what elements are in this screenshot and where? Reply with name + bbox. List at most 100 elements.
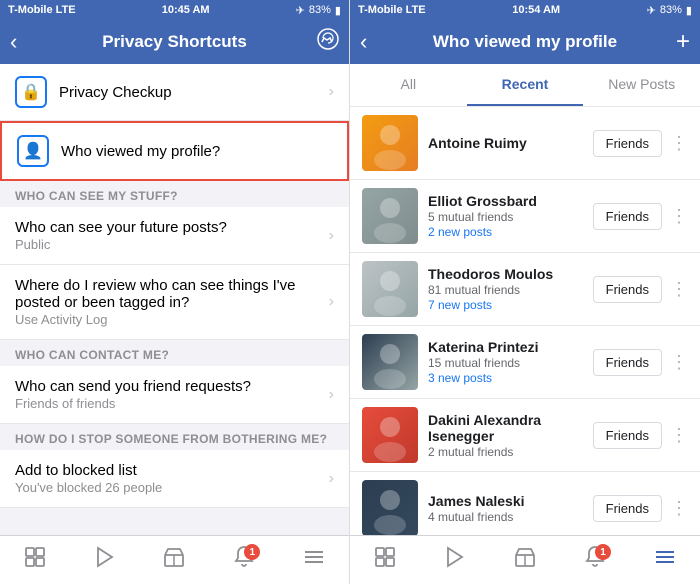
profile-mutual: 15 mutual friends bbox=[428, 356, 593, 370]
menu-icon-right bbox=[653, 545, 677, 575]
tab-marketplace-right[interactable] bbox=[505, 540, 545, 580]
profile-info: Dakini Alexandra Isenegger2 mutual frien… bbox=[428, 412, 593, 459]
profile-new-posts: 3 new posts bbox=[428, 371, 593, 385]
future-posts-label: Who can see your future posts? bbox=[15, 219, 329, 236]
review-tagged-sub: Use Activity Log bbox=[15, 312, 329, 327]
friends-button[interactable]: Friends bbox=[593, 130, 662, 157]
profile-mutual: 4 mutual friends bbox=[428, 510, 593, 524]
profile-mutual: 5 mutual friends bbox=[428, 210, 593, 224]
friend-requests-label: Who can send you friend requests? bbox=[15, 378, 329, 395]
profile-name: Theodoros Moulos bbox=[428, 266, 593, 282]
blocked-list-sub: You've blocked 26 people bbox=[15, 480, 329, 495]
tab-recent[interactable]: Recent bbox=[467, 64, 584, 106]
profile-name: Elliot Grossbard bbox=[428, 193, 593, 209]
home-icon bbox=[23, 545, 47, 575]
left-battery: ✈ 83% ▮ bbox=[296, 4, 341, 17]
notification-badge: 1 bbox=[244, 544, 260, 560]
friends-button[interactable]: Friends bbox=[593, 422, 662, 449]
more-icon[interactable]: ⋮ bbox=[670, 133, 688, 154]
menu-item-friend-requests[interactable]: Who can send you friend requests? Friend… bbox=[0, 366, 349, 424]
tab-all[interactable]: All bbox=[350, 64, 467, 106]
left-header-title: Privacy Shortcuts bbox=[10, 32, 339, 52]
profile-avatar bbox=[362, 188, 418, 244]
profile-info: Elliot Grossbard5 mutual friends2 new po… bbox=[428, 193, 593, 239]
profile-info: Katerina Printezi15 mutual friends3 new … bbox=[428, 339, 593, 385]
friends-button[interactable]: Friends bbox=[593, 495, 662, 522]
messenger-icon[interactable] bbox=[317, 28, 339, 56]
profile-new-posts: 7 new posts bbox=[428, 298, 593, 312]
left-status-bar: T-Mobile LTE 10:45 AM ✈ 83% ▮ bbox=[0, 0, 349, 20]
store-icon bbox=[162, 545, 186, 575]
tab-notifications-right[interactable]: 1 bbox=[575, 540, 615, 580]
lock-icon: 🔒 bbox=[15, 76, 47, 108]
profile-avatar bbox=[362, 407, 418, 463]
friends-button[interactable]: Friends bbox=[593, 349, 662, 376]
menu-item-review-tagged[interactable]: Where do I review who can see things I'v… bbox=[0, 265, 349, 340]
profile-name: Katerina Printezi bbox=[428, 339, 593, 355]
friend-requests-sub: Friends of friends bbox=[15, 396, 329, 411]
profile-avatar bbox=[362, 334, 418, 390]
menu-item-who-viewed[interactable]: 👤 Who viewed my profile? bbox=[0, 121, 349, 181]
who-viewed-label: Who viewed my profile? bbox=[61, 143, 332, 160]
review-tagged-label: Where do I review who can see things I'v… bbox=[15, 277, 329, 311]
more-icon[interactable]: ⋮ bbox=[670, 498, 688, 519]
chevron-icon: › bbox=[329, 293, 334, 311]
profile-item: Antoine RuimyFriends ⋮ bbox=[350, 107, 700, 180]
section-header-contact: WHO CAN CONTACT ME? bbox=[0, 340, 349, 366]
profile-name: Dakini Alexandra Isenegger bbox=[428, 412, 593, 444]
tab-menu[interactable] bbox=[294, 540, 334, 580]
right-panel: T-Mobile LTE 10:54 AM ✈ 83% ▮ ‹ Who view… bbox=[350, 0, 700, 584]
right-content: All Recent New Posts Antoine RuimyFriend… bbox=[350, 64, 700, 535]
left-back-button[interactable]: ‹ bbox=[10, 29, 17, 55]
blocked-list-label: Add to blocked list bbox=[15, 462, 329, 479]
menu-item-privacy-checkup[interactable]: 🔒 Privacy Checkup › bbox=[0, 64, 349, 121]
profile-tabs: All Recent New Posts bbox=[350, 64, 700, 107]
profile-avatar bbox=[362, 480, 418, 535]
more-icon[interactable]: ⋮ bbox=[670, 206, 688, 227]
tab-menu-right[interactable] bbox=[645, 540, 685, 580]
tab-new-posts[interactable]: New Posts bbox=[583, 64, 700, 106]
tab-home-right[interactable] bbox=[365, 540, 405, 580]
right-header: ‹ Who viewed my profile + bbox=[350, 20, 700, 64]
profile-info: Antoine Ruimy bbox=[428, 135, 593, 151]
left-panel: T-Mobile LTE 10:45 AM ✈ 83% ▮ ‹ Privacy … bbox=[0, 0, 350, 584]
more-icon[interactable]: ⋮ bbox=[670, 425, 688, 446]
profile-item: Katerina Printezi15 mutual friends3 new … bbox=[350, 326, 700, 399]
left-time: 10:45 AM bbox=[162, 4, 210, 16]
tab-video-right[interactable] bbox=[435, 540, 475, 580]
left-carrier: T-Mobile LTE bbox=[8, 4, 76, 16]
notification-badge-right: 1 bbox=[595, 544, 611, 560]
plus-button[interactable]: + bbox=[676, 28, 690, 56]
chevron-icon: › bbox=[329, 227, 334, 245]
profile-mutual: 81 mutual friends bbox=[428, 283, 593, 297]
tab-notifications[interactable]: 1 bbox=[224, 540, 264, 580]
more-icon[interactable]: ⋮ bbox=[670, 279, 688, 300]
person-icon: 👤 bbox=[17, 135, 49, 167]
tab-home[interactable] bbox=[15, 540, 55, 580]
video-icon bbox=[93, 545, 117, 575]
profile-new-posts: 2 new posts bbox=[428, 225, 593, 239]
more-icon[interactable]: ⋮ bbox=[670, 352, 688, 373]
profile-info: James Naleski4 mutual friends bbox=[428, 493, 593, 524]
tab-marketplace[interactable] bbox=[154, 540, 194, 580]
menu-item-future-posts[interactable]: Who can see your future posts? Public › bbox=[0, 207, 349, 265]
left-content: 🔒 Privacy Checkup › 👤 Who viewed my prof… bbox=[0, 64, 349, 535]
section-header-stuff: WHO CAN SEE MY STUFF? bbox=[0, 181, 349, 207]
profile-avatar bbox=[362, 115, 418, 171]
profile-item: Elliot Grossbard5 mutual friends2 new po… bbox=[350, 180, 700, 253]
right-back-button[interactable]: ‹ bbox=[360, 29, 367, 55]
chevron-icon: › bbox=[329, 83, 334, 101]
friends-button[interactable]: Friends bbox=[593, 276, 662, 303]
tab-video[interactable] bbox=[85, 540, 125, 580]
right-carrier: T-Mobile LTE bbox=[358, 4, 426, 16]
chevron-icon: › bbox=[329, 386, 334, 404]
profile-name: Antoine Ruimy bbox=[428, 135, 593, 151]
friends-button[interactable]: Friends bbox=[593, 203, 662, 230]
store-icon-right bbox=[513, 545, 537, 575]
right-time: 10:54 AM bbox=[512, 4, 560, 16]
profile-info: Theodoros Moulos81 mutual friends7 new p… bbox=[428, 266, 593, 312]
menu-item-blocked-list[interactable]: Add to blocked list You've blocked 26 pe… bbox=[0, 450, 349, 508]
section-header-bother: HOW DO I STOP SOMEONE FROM BOTHERING ME? bbox=[0, 424, 349, 450]
future-posts-sub: Public bbox=[15, 237, 329, 252]
profile-item: Theodoros Moulos81 mutual friends7 new p… bbox=[350, 253, 700, 326]
